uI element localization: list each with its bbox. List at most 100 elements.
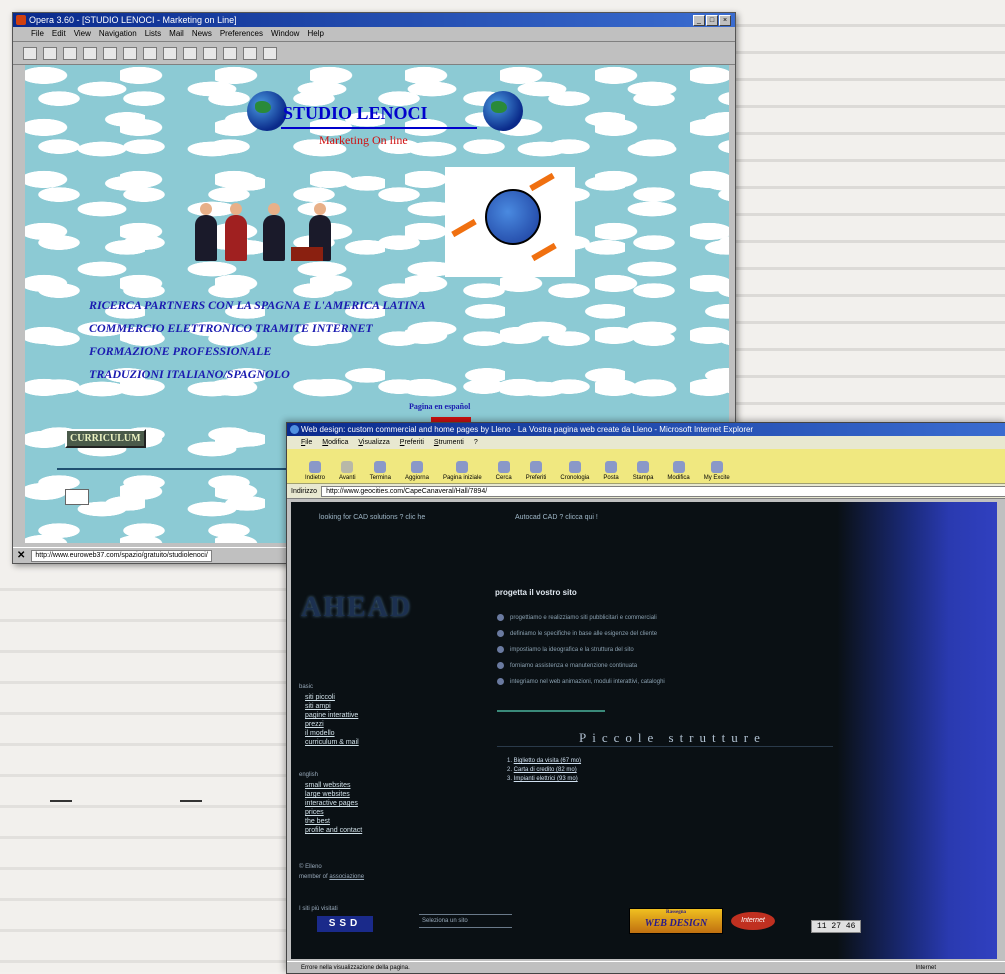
service-item[interactable]: RICERCA PARTNERS CON LA SPAGNA E L'AMERI…: [89, 298, 426, 313]
menu-view[interactable]: View: [74, 27, 91, 41]
menu-lists[interactable]: Lists: [145, 27, 161, 41]
print-icon[interactable]: [83, 46, 97, 60]
history-button[interactable]: Cronologia: [560, 461, 589, 483]
cascade-icon[interactable]: [263, 46, 277, 60]
menu-file[interactable]: File: [301, 436, 312, 449]
structure-link[interactable]: Biglietto da visita (67 mo): [514, 758, 581, 764]
nav-link[interactable]: siti piccoli: [305, 694, 335, 701]
address-label: Indirizzo: [291, 487, 318, 495]
structure-item[interactable]: 3. Impianti elettrici (93 mo): [507, 776, 578, 782]
stop-button[interactable]: Termina: [370, 461, 391, 483]
stop-icon: [374, 461, 387, 473]
refresh-label: Aggiorna: [404, 475, 429, 481]
home-icon[interactable]: [203, 46, 217, 60]
close-button[interactable]: ×: [719, 15, 731, 26]
title-underline: [281, 127, 477, 129]
nav-link[interactable]: prezzi: [305, 721, 324, 728]
print-mark: [180, 800, 202, 802]
minimize-button[interactable]: _: [693, 15, 705, 26]
reload-icon[interactable]: [163, 46, 177, 60]
espanol-link[interactable]: Pagina en español: [409, 402, 470, 411]
print-mark: [50, 800, 72, 802]
history-label: Cronologia: [560, 475, 590, 481]
edit-icon: [672, 461, 685, 473]
open-icon[interactable]: [43, 46, 57, 60]
menu-modifica[interactable]: Modifica: [322, 436, 348, 449]
refresh-button[interactable]: Aggiorna: [405, 461, 429, 483]
favorites-label: Preferiti: [525, 475, 547, 481]
ie-menu-bar: File Modifica Visualizza Preferiti Strum…: [287, 436, 1005, 449]
nav-link[interactable]: prices: [305, 809, 324, 816]
nav-link[interactable]: the best: [305, 818, 330, 825]
find-icon[interactable]: [103, 46, 117, 60]
home-button[interactable]: Pagina iniziale: [443, 461, 482, 483]
service-item[interactable]: TRADUZIONI ITALIANO/SPAGNOLO: [89, 367, 290, 382]
maximize-button[interactable]: □: [706, 15, 718, 26]
ahead-logo: AHEAD: [301, 592, 413, 623]
structure-item[interactable]: 2. Carta di credito (82 mo): [507, 767, 577, 773]
nav-link[interactable]: siti ampi: [305, 703, 331, 710]
page-title: STUDIO LENOCI: [283, 103, 428, 123]
footer-copyright: © Elleno: [299, 864, 322, 870]
back-icon[interactable]: [143, 46, 157, 60]
menu-preferences[interactable]: Preferences: [220, 27, 263, 41]
menu-news[interactable]: News: [192, 27, 212, 41]
nav-link[interactable]: curriculum & mail: [305, 739, 359, 746]
menu-help[interactable]: Help: [307, 27, 323, 41]
forward-icon[interactable]: [183, 46, 197, 60]
magazine-lower-text: [0, 560, 290, 972]
favorites-button[interactable]: Preferiti: [525, 461, 547, 483]
nav-link[interactable]: profile and contact: [305, 827, 362, 834]
hotlist-icon[interactable]: [223, 46, 237, 60]
menu-visualizza[interactable]: Visualizza: [358, 436, 389, 449]
forward-label: Avanti: [339, 475, 356, 481]
stop-icon[interactable]: ✕: [17, 548, 25, 563]
nav-link[interactable]: pagine interattive: [305, 712, 358, 719]
menu-mail[interactable]: Mail: [169, 27, 184, 41]
menu-navigation[interactable]: Navigation: [99, 27, 137, 41]
tile-icon[interactable]: [243, 46, 257, 60]
new-window-icon[interactable]: [23, 46, 37, 60]
ie-title-bar[interactable]: Web design: custom commercial and home p…: [287, 423, 1005, 436]
edit-button[interactable]: Modifica: [667, 461, 690, 483]
web-design-badge[interactable]: Rassegna WEB DESIGN: [629, 908, 723, 934]
structure-link[interactable]: Impianti elettrici (93 mo): [514, 776, 578, 782]
my-excite-button[interactable]: My Excite: [704, 461, 730, 483]
association-link[interactable]: associazione: [329, 874, 364, 880]
address-input[interactable]: http://www.geocities.com/CapeCanaveral/H…: [321, 485, 1005, 497]
service-item[interactable]: COMMERCIO ELETTRONICO TRAMITE INTERNET: [89, 321, 373, 336]
save-icon[interactable]: [63, 46, 77, 60]
curriculum-button[interactable]: CURRICULUM: [65, 429, 146, 448]
print-button[interactable]: Stampa: [633, 461, 653, 483]
back-label: Indietro: [305, 475, 326, 481]
menu-file[interactable]: File: [31, 27, 44, 41]
ssd-logo[interactable]: SSD: [317, 916, 373, 932]
internet-logo[interactable]: Internet: [731, 912, 775, 930]
feature-text: forniamo assistenza e manutenzione conti…: [510, 663, 638, 670]
menu-edit[interactable]: Edit: [52, 27, 66, 41]
search-button[interactable]: Cerca: [496, 461, 512, 483]
menu-strumenti[interactable]: Strumenti: [434, 436, 464, 449]
opera-title-bar[interactable]: Opera 3.60 - [STUDIO LENOCI - Marketing …: [13, 13, 735, 27]
structure-item[interactable]: 1. Biglietto da visita (67 mo): [507, 758, 581, 764]
menu-window[interactable]: Window: [271, 27, 299, 41]
site-select[interactable]: Seleziona un sito: [419, 914, 512, 928]
nav-link[interactable]: large websites: [305, 791, 350, 798]
edit-label: Modifica: [667, 475, 690, 481]
nav-link[interactable]: small websites: [305, 782, 351, 789]
service-item[interactable]: FORMAZIONE PROFESSIONALE: [89, 344, 271, 359]
structure-link[interactable]: Carta di credito (82 mo): [514, 767, 577, 773]
nav-link[interactable]: interactive pages: [305, 800, 358, 807]
back-button[interactable]: Indietro: [305, 461, 325, 483]
menu-help[interactable]: ?: [474, 436, 478, 449]
forward-button[interactable]: Avanti: [339, 461, 356, 483]
menu-preferiti[interactable]: Preferiti: [400, 436, 424, 449]
cad-link-en[interactable]: looking for CAD solutions ? clic he: [319, 514, 425, 521]
clock-display: 11 27 46: [811, 920, 862, 933]
home-icon: [456, 461, 469, 473]
nav-link[interactable]: il modello: [305, 730, 335, 737]
mail-icon[interactable]: [65, 489, 89, 505]
mail-button[interactable]: Posta: [603, 461, 619, 483]
cad-link-it[interactable]: Autocad CAD ? clicca qui !: [515, 514, 598, 521]
zoom-icon[interactable]: [123, 46, 137, 60]
